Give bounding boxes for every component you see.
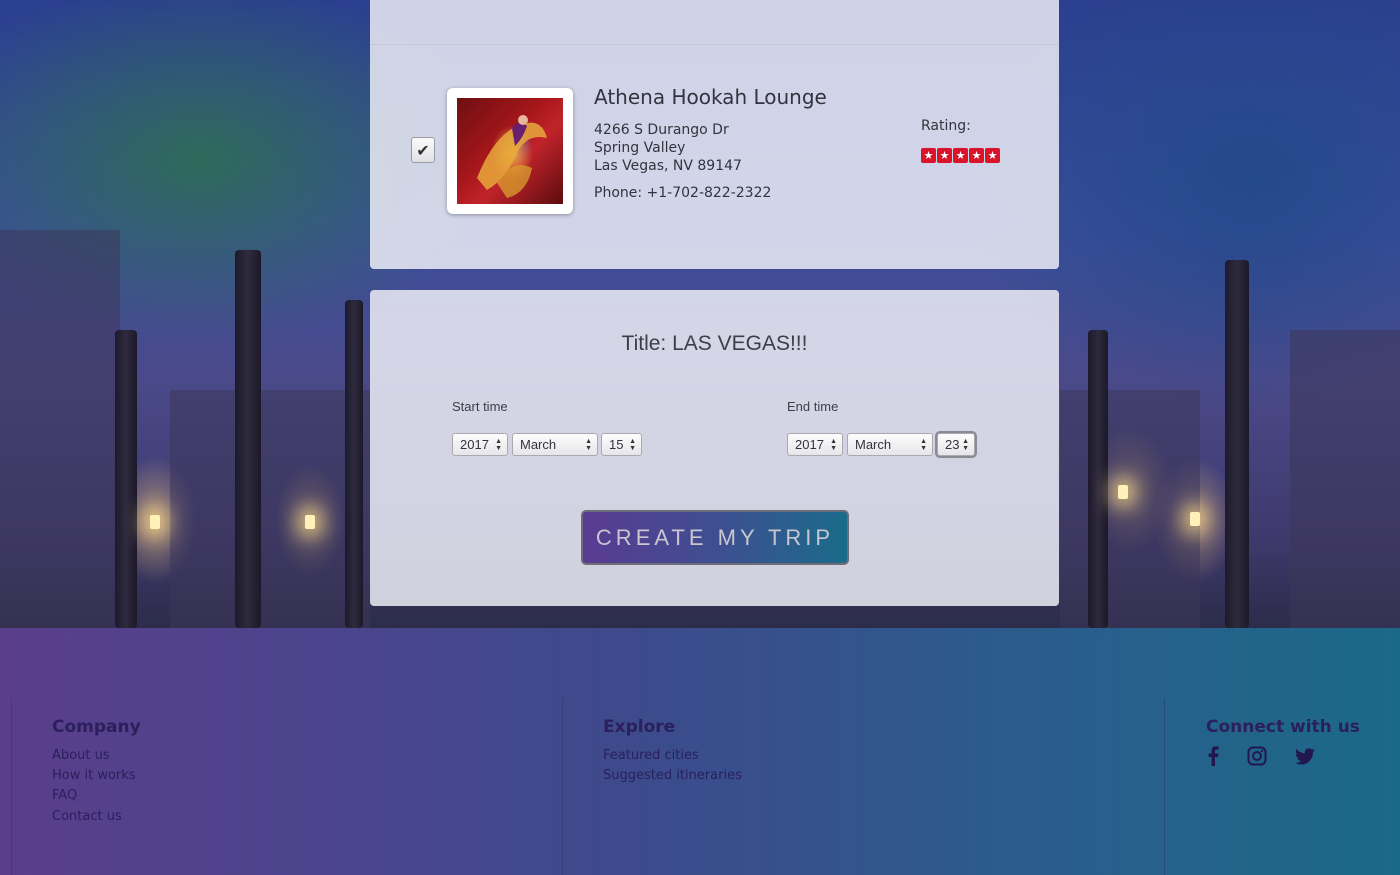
street-lamp (1190, 512, 1200, 526)
twitter-icon[interactable] (1294, 745, 1316, 767)
background-building (170, 390, 370, 628)
end-day-select[interactable]: 23 ▲ ▼ (937, 433, 975, 456)
street-lamp (150, 515, 160, 529)
select-value: 23 (945, 437, 960, 452)
start-day-select[interactable]: 15 ▲ ▼ (601, 433, 642, 456)
footer-divider (1164, 698, 1165, 875)
footer-link-suggested-itineraries[interactable]: Suggested itineraries (603, 768, 742, 783)
select-arrows-icon: ▲ ▼ (962, 438, 969, 452)
start-year-select[interactable]: 2017 ▲ ▼ (452, 433, 508, 456)
select-value: March (520, 437, 557, 452)
street-lamp (1118, 485, 1128, 499)
rating-label: Rating: (921, 118, 971, 134)
venue-phone: Phone: +1-702-822-2322 (594, 185, 772, 201)
tree-trunk (1225, 260, 1249, 628)
address-line: Las Vegas, NV 89147 (594, 158, 742, 174)
footer-explore-heading: Explore (603, 717, 676, 737)
venue-select-checkbox[interactable]: ✔ (411, 137, 435, 163)
address-line: 4266 S Durango Dr (594, 122, 729, 138)
end-year-select[interactable]: 2017 ▲ ▼ (787, 433, 843, 456)
trip-title: Title: LAS VEGAS!!! (621, 332, 808, 355)
select-value: 15 (609, 437, 624, 452)
street-lamp (305, 515, 315, 529)
select-arrows-icon: ▲ ▼ (920, 438, 927, 452)
tree-trunk (115, 330, 137, 628)
select-value: 2017 (460, 437, 489, 452)
select-arrows-icon: ▲ ▼ (830, 438, 837, 452)
rating-stars: ★ ★ ★ ★ ★ (921, 148, 1000, 163)
trip-form-card: Title: LAS VEGAS!!! Start time 2017 ▲ ▼ M… (370, 290, 1059, 606)
venue-address: 4266 S Durango Dr Spring Valley Las Vega… (594, 121, 742, 175)
star-icon: ★ (985, 148, 1000, 163)
address-line: Spring Valley (594, 140, 686, 156)
site-footer: Company About us How it works FAQ Contac… (0, 628, 1400, 875)
star-icon: ★ (921, 148, 936, 163)
footer-divider (562, 698, 563, 875)
star-icon: ★ (953, 148, 968, 163)
background-building (1290, 330, 1400, 628)
star-icon: ★ (969, 148, 984, 163)
select-arrows-icon: ▲ ▼ (629, 438, 636, 452)
end-time-label: End time (787, 399, 839, 414)
footer-link-how-it-works[interactable]: How it works (52, 768, 136, 783)
footer-divider (11, 698, 12, 875)
footer-link-contact-us[interactable]: Contact us (52, 809, 122, 824)
dancer-illustration (477, 115, 547, 198)
facebook-icon[interactable] (1202, 745, 1224, 767)
select-value: March (855, 437, 892, 452)
page: ✔ Athena Hookah Lounge 4266 S Durango Dr… (0, 0, 1400, 875)
footer-link-faq[interactable]: FAQ (52, 788, 77, 803)
venue-name: Athena Hookah Lounge (594, 85, 827, 109)
footer-connect-heading: Connect with us (1206, 717, 1360, 737)
footer-company-heading: Company (52, 717, 141, 737)
checkmark-icon: ✔ (416, 140, 430, 160)
venue-thumbnail (447, 88, 573, 214)
venue-photo (457, 98, 563, 204)
background-building (0, 230, 120, 628)
card-divider (370, 44, 1059, 45)
create-trip-button[interactable]: CREATE MY TRIP (581, 510, 849, 565)
venue-card: ✔ Athena Hookah Lounge 4266 S Durango Dr… (370, 0, 1059, 269)
end-month-select[interactable]: March ▲ ▼ (847, 433, 933, 456)
tree-trunk (235, 250, 261, 628)
tree-trunk (1088, 330, 1108, 628)
start-time-label: Start time (452, 399, 508, 414)
tree-trunk (345, 300, 363, 628)
background-building (1060, 390, 1200, 628)
select-arrows-icon: ▲ ▼ (585, 438, 592, 452)
footer-link-featured-cities[interactable]: Featured cities (603, 748, 699, 763)
start-month-select[interactable]: March ▲ ▼ (512, 433, 598, 456)
select-arrows-icon: ▲ ▼ (495, 438, 502, 452)
footer-link-about-us[interactable]: About us (52, 748, 110, 763)
instagram-icon[interactable] (1246, 745, 1268, 767)
star-icon: ★ (937, 148, 952, 163)
select-value: 2017 (795, 437, 824, 452)
